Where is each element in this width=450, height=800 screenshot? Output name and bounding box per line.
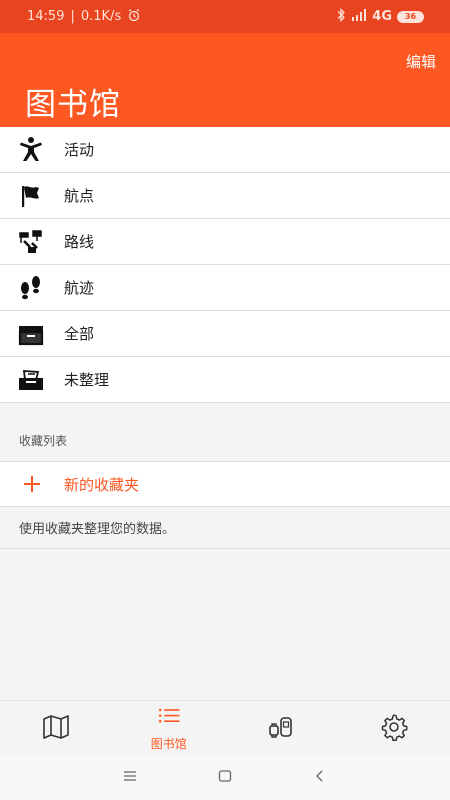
gear-icon	[379, 712, 409, 746]
home-button[interactable]	[178, 768, 273, 788]
all-box-icon	[0, 319, 64, 349]
nav-devices[interactable]	[225, 701, 338, 756]
library-menu: 活动 航点 路线 航迹 全部 未整理	[0, 127, 450, 403]
collections-section-title: 收藏列表	[19, 434, 68, 448]
menu-item-label: 航迹	[64, 279, 95, 297]
app-header: 编辑 图书馆	[0, 33, 450, 127]
plus-icon	[0, 474, 64, 494]
menu-item-label: 路线	[64, 233, 95, 251]
bluetooth-icon	[336, 7, 346, 26]
menu-item-label: 活动	[64, 141, 95, 159]
home-square-icon	[217, 768, 233, 788]
status-time: 14:59	[27, 9, 65, 24]
network-type: 4G	[372, 9, 392, 24]
battery-icon: 36	[397, 10, 424, 23]
unsorted-box-icon	[0, 365, 64, 395]
status-network-speed: 0.1K/s	[80, 9, 122, 24]
status-separator: |	[70, 9, 75, 24]
menu-lines-icon	[122, 768, 138, 788]
signal-icon	[351, 8, 367, 25]
list-icon	[155, 706, 183, 734]
map-icon	[41, 712, 71, 746]
back-button[interactable]	[273, 768, 368, 788]
flag-icon	[0, 181, 64, 211]
new-collection-label: 新的收藏夹	[64, 475, 140, 494]
menu-item-label: 未整理	[64, 371, 110, 389]
menu-item-routes[interactable]: 路线	[0, 219, 450, 265]
new-collection-button[interactable]: 新的收藏夹	[0, 461, 450, 507]
bottom-nav: 图书馆	[0, 700, 450, 756]
menu-item-label: 全部	[64, 325, 95, 343]
edit-button[interactable]: 编辑	[406, 51, 436, 72]
nav-map[interactable]	[0, 701, 113, 756]
nav-library[interactable]: 图书馆	[113, 701, 226, 756]
nav-library-label: 图书馆	[150, 736, 187, 751]
menu-item-waypoints[interactable]: 航点	[0, 173, 450, 219]
nav-settings[interactable]	[338, 701, 450, 756]
menu-item-unsorted[interactable]: 未整理	[0, 357, 450, 403]
chevron-left-icon	[312, 768, 328, 788]
status-bar: 14:59 | 0.1K/s 4G 36	[0, 0, 450, 33]
collections-hint: 使用收藏夹整理您的数据。	[0, 507, 450, 549]
footprints-icon	[0, 273, 64, 303]
system-nav-bar	[0, 756, 450, 800]
watch-device-icon	[266, 712, 296, 746]
menu-item-tracks[interactable]: 航迹	[0, 265, 450, 311]
menu-item-all[interactable]: 全部	[0, 311, 450, 357]
activity-icon	[0, 135, 64, 165]
section-gap	[0, 403, 450, 461]
route-icon	[0, 227, 64, 257]
page-title: 图书馆	[25, 87, 121, 123]
menu-item-label: 航点	[64, 187, 95, 205]
menu-item-activities[interactable]: 活动	[0, 127, 450, 173]
recent-apps-button[interactable]	[83, 768, 178, 788]
alarm-icon	[127, 8, 141, 26]
